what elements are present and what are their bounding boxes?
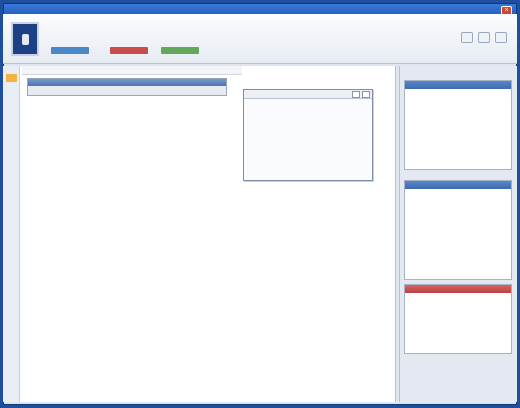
toolbar-panel [27,78,227,96]
nav-button-1[interactable] [51,47,89,54]
toolbar-icon[interactable] [478,32,490,43]
sidebar-box-2-title [405,181,511,189]
right-sidebar [399,66,517,402]
sidebar-box-3 [404,284,512,354]
popup-content [244,99,372,107]
text-line [28,222,390,227]
text-line [28,273,390,278]
section-heading [28,208,390,213]
nav-button-2[interactable] [110,47,148,54]
text-line [28,244,390,249]
text-line [28,193,390,198]
logo-icon [11,22,39,56]
nav-button-3[interactable] [161,47,199,54]
toolbar-title [28,79,226,86]
text-line [28,201,390,206]
sidebar-box-1-title [405,81,511,89]
sidebar-box-1 [404,80,512,170]
highlight-tag[interactable] [6,74,17,82]
left-gutter [3,66,20,402]
header-icons [461,32,507,43]
text-line [28,215,390,220]
section-heading [28,258,390,263]
close-icon[interactable] [362,91,370,98]
text-line [28,251,390,256]
section-heading [28,237,390,242]
toolbar-icon[interactable] [495,32,507,43]
text-line [28,229,390,234]
text-line [28,186,390,191]
popup-title-bar [244,90,372,99]
breadcrumb[interactable] [22,66,242,75]
page-header [3,14,517,64]
text-line [28,265,390,270]
toolbar-icon[interactable] [461,32,473,43]
sidebar-box-3-title [405,285,511,293]
minimize-icon[interactable] [352,91,360,98]
sidebar-box-2 [404,180,512,280]
popup-window [243,89,373,181]
